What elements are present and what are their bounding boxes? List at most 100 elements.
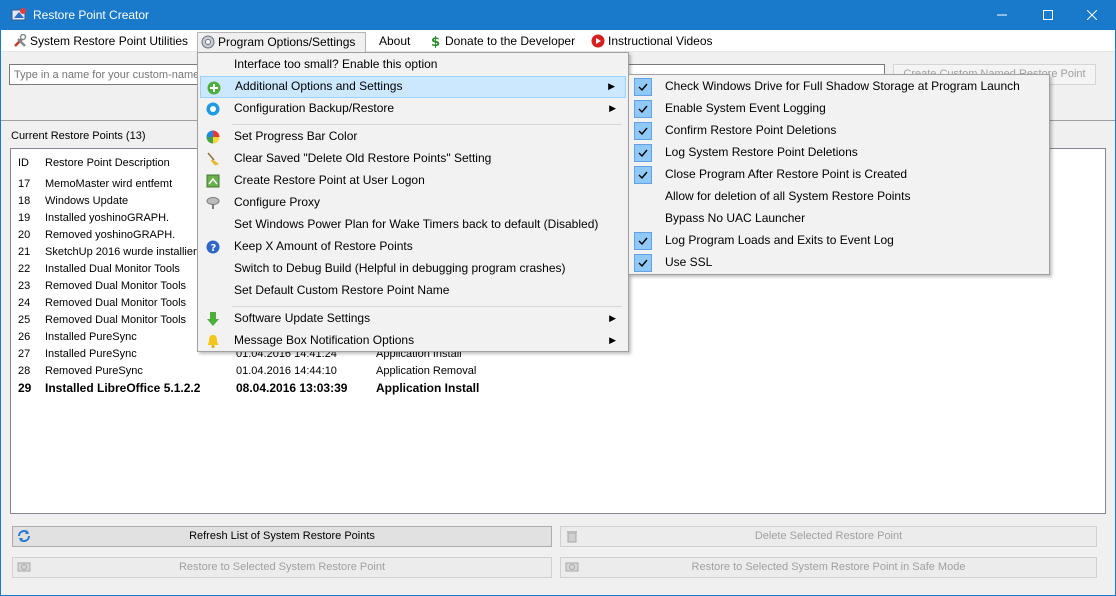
submenu-option-item[interactable]: Log System Restore Point Deletions bbox=[631, 142, 1047, 164]
play-video-icon bbox=[591, 34, 605, 48]
table-row[interactable]: 28 Removed PureSync 01.04.2016 14:44:10 App… bbox=[11, 363, 1105, 380]
refresh-icon bbox=[18, 530, 30, 542]
menu-about[interactable]: About bbox=[359, 32, 410, 52]
submenu-option-label: Bypass No UAC Launcher bbox=[665, 211, 806, 225]
cell-type: Application Removal bbox=[376, 365, 477, 377]
menu-item-label: Create Restore Point at User Logon bbox=[234, 173, 425, 187]
submenu-option-item[interactable]: Use SSL bbox=[631, 252, 1047, 274]
cell-id: 20 bbox=[18, 229, 31, 241]
menu-separator bbox=[232, 124, 622, 125]
menu-system-restore-utilities[interactable]: System Restore Point Utilities bbox=[10, 32, 188, 52]
menu-item-software-update[interactable]: Software Update Settings ▶ bbox=[200, 308, 626, 330]
cell-description: SketchUp 2016 wurde installiert bbox=[45, 246, 200, 258]
dollar-icon: $ bbox=[431, 35, 440, 48]
menu-item-config-backup[interactable]: Configuration Backup/Restore ▶ bbox=[200, 98, 626, 120]
submenu-option-item[interactable]: Close Program After Restore Point is Cre… bbox=[631, 164, 1047, 186]
checkmark-icon bbox=[634, 144, 652, 162]
submenu-option-label: Log System Restore Point Deletions bbox=[665, 145, 858, 159]
cell-id: 18 bbox=[18, 195, 31, 207]
menu-item-progress-bar-color[interactable]: Set Progress Bar Color bbox=[200, 126, 626, 148]
logon-icon bbox=[206, 174, 220, 188]
restore-to-point-button[interactable]: Restore to Selected System Restore Point bbox=[12, 557, 552, 578]
menu-item-message-box-options[interactable]: Message Box Notification Options ▶ bbox=[200, 330, 626, 352]
menu-item-power-plan[interactable]: Set Windows Power Plan for Wake Timers b… bbox=[200, 214, 626, 236]
cell-id: 26 bbox=[18, 331, 31, 343]
menu-item-debug-build[interactable]: Switch to Debug Build (Helpful in debugg… bbox=[200, 258, 626, 280]
cell-id: 29 bbox=[18, 381, 32, 395]
menu-item-label: Keep X Amount of Restore Points bbox=[234, 239, 413, 253]
menu-item-interface-too-small[interactable]: Interface too small? Enable this option bbox=[200, 54, 626, 76]
cell-id: 23 bbox=[18, 280, 31, 292]
restore-safe-mode-button[interactable]: Restore to Selected System Restore Point… bbox=[560, 557, 1097, 578]
menu-label: Donate to the Developer bbox=[445, 34, 576, 48]
menu-item-label: Switch to Debug Build (Helpful in debugg… bbox=[234, 261, 566, 275]
menu-program-options[interactable]: Program Options/Settings bbox=[197, 32, 367, 52]
cell-description: Removed Dual Monitor Tools bbox=[45, 280, 187, 292]
maximize-button[interactable] bbox=[1025, 1, 1071, 30]
submenu-option-label: Check Windows Drive for Full Shadow Stor… bbox=[665, 79, 1020, 93]
menu-item-additional-options[interactable]: Additional Options and Settings ▶ bbox=[200, 76, 626, 98]
menu-label: About bbox=[379, 34, 411, 48]
menu-item-label: Set Default Custom Restore Point Name bbox=[234, 283, 450, 297]
additional-options-submenu: Check Windows Drive for Full Shadow Stor… bbox=[628, 74, 1050, 275]
menu-item-keep-x-restore-points[interactable]: ? Keep X Amount of Restore Points bbox=[200, 236, 626, 258]
cell-description: Removed yoshinoGRAPH. bbox=[45, 229, 176, 241]
menu-separator bbox=[232, 306, 622, 307]
minimize-button[interactable] bbox=[979, 1, 1025, 30]
column-header-id[interactable]: ID bbox=[18, 157, 29, 169]
menu-donate[interactable]: $ Donate to the Developer bbox=[425, 32, 575, 52]
submenu-option-item[interactable]: Check Windows Drive for Full Shadow Stor… bbox=[631, 76, 1047, 98]
help-icon: ? bbox=[206, 240, 220, 254]
cell-description: Removed Dual Monitor Tools bbox=[45, 314, 187, 326]
settings-gear-icon bbox=[201, 35, 215, 49]
table-row[interactable]: 29 Installed LibreOffice 5.1.2.2 08.04.201… bbox=[11, 380, 1105, 397]
submenu-option-item[interactable]: Allow for deletion of all System Restore… bbox=[631, 186, 1047, 208]
title-bar[interactable]: Restore Point Creator bbox=[1, 1, 1115, 30]
delete-label: Delete Selected Restore Point bbox=[754, 530, 903, 542]
menu-item-default-name[interactable]: Set Default Custom Restore Point Name bbox=[200, 280, 626, 302]
submenu-option-item[interactable]: Confirm Restore Point Deletions bbox=[631, 120, 1047, 142]
cell-date: 08.04.2016 13:03:39 bbox=[236, 381, 348, 395]
menu-item-configure-proxy[interactable]: Configure Proxy bbox=[200, 192, 626, 214]
broom-icon bbox=[207, 152, 219, 166]
checkmark-icon bbox=[634, 100, 652, 118]
bell-icon bbox=[207, 335, 219, 348]
restore-safe-label: Restore to Selected System Restore Point… bbox=[691, 561, 966, 573]
menu-item-label: Set Progress Bar Color bbox=[234, 129, 358, 143]
cell-description: Installed LibreOffice 5.1.2.2 bbox=[45, 381, 201, 395]
submenu-option-item[interactable]: Enable System Event Logging bbox=[631, 98, 1047, 120]
cell-description: MemoMaster wird entfemt bbox=[45, 178, 173, 190]
tools-icon bbox=[14, 34, 27, 47]
submenu-option-item[interactable]: Log Program Loads and Exits to Event Log bbox=[631, 230, 1047, 252]
app-icon bbox=[11, 8, 26, 21]
menu-item-restore-at-logon[interactable]: Create Restore Point at User Logon bbox=[200, 170, 626, 192]
cell-id: 22 bbox=[18, 263, 31, 275]
menu-label: Instructional Videos bbox=[608, 34, 713, 48]
submenu-option-item[interactable]: Bypass No UAC Launcher bbox=[631, 208, 1047, 230]
refresh-list-button[interactable]: Refresh List of System Restore Points bbox=[12, 526, 552, 547]
cell-id: 17 bbox=[18, 178, 31, 190]
cell-id: 27 bbox=[18, 348, 31, 360]
checkmark-icon bbox=[634, 254, 652, 272]
trash-icon bbox=[567, 531, 577, 543]
submenu-arrow-icon: ▶ bbox=[609, 335, 616, 345]
restore-icon bbox=[17, 562, 31, 572]
backup-icon bbox=[206, 102, 220, 116]
menu-item-label: Additional Options and Settings bbox=[235, 79, 403, 93]
delete-restore-point-button[interactable]: Delete Selected Restore Point bbox=[560, 526, 1097, 547]
column-header-description[interactable]: Restore Point Description bbox=[45, 157, 170, 169]
menu-instructional-videos[interactable]: Instructional Videos bbox=[588, 32, 713, 52]
menu-item-label: Configure Proxy bbox=[234, 195, 321, 209]
current-restore-points-label: Current Restore Points (13) bbox=[11, 130, 146, 142]
menu-bar: System Restore Point Utilities Program O… bbox=[1, 30, 1115, 52]
close-icon bbox=[1086, 9, 1098, 21]
close-button[interactable] bbox=[1069, 1, 1115, 30]
cell-id: 25 bbox=[18, 314, 31, 326]
menu-item-label: Software Update Settings bbox=[234, 311, 371, 325]
svg-text:$: $ bbox=[431, 35, 440, 48]
menu-item-clear-saved-setting[interactable]: Clear Saved "Delete Old Restore Points" … bbox=[200, 148, 626, 170]
cell-description: Installed PureSync bbox=[45, 331, 137, 343]
submenu-option-label: Close Program After Restore Point is Cre… bbox=[665, 167, 908, 181]
submenu-option-label: Confirm Restore Point Deletions bbox=[665, 123, 837, 137]
cell-description: Removed Dual Monitor Tools bbox=[45, 297, 187, 309]
